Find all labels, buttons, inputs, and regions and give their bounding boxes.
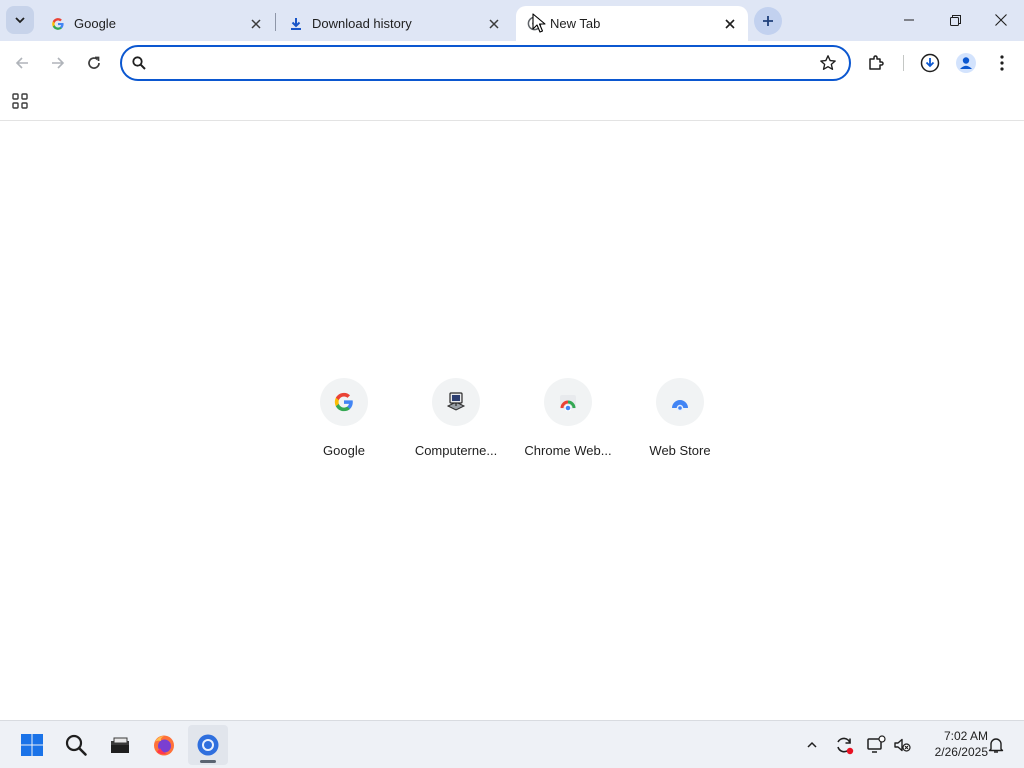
chrome-taskbar-button[interactable] [188, 725, 228, 765]
browser-toolbar [0, 41, 1024, 85]
toolbar-divider [903, 55, 904, 71]
shortcut-tile-google[interactable]: Google [288, 376, 400, 464]
sync-icon [837, 737, 854, 755]
shortcut-label: Chrome Web... [524, 443, 612, 458]
new-tab-button[interactable] [754, 7, 782, 35]
windows-logo-icon [21, 734, 43, 756]
search-icon [65, 734, 87, 756]
shortcut-icon-circle [320, 378, 368, 426]
kebab-menu-icon [1000, 55, 1004, 71]
address-input[interactable] [156, 51, 806, 75]
address-bar[interactable] [120, 45, 851, 81]
minimize-button[interactable] [886, 0, 932, 40]
shortcut-label: Computerne... [414, 443, 498, 458]
volume-muted-icon [894, 738, 911, 752]
chevron-up-icon [807, 741, 817, 748]
avatar-icon [956, 53, 976, 73]
search-icon [132, 56, 146, 70]
shortcut-label: Google [323, 443, 365, 458]
chrome-icon [197, 734, 219, 756]
menu-button[interactable] [986, 47, 1018, 79]
google-g-icon [50, 16, 66, 32]
download-circle-icon [920, 53, 940, 73]
tab-google[interactable]: Google [40, 6, 274, 41]
forward-button[interactable] [42, 47, 74, 79]
show-hidden-icons-button[interactable] [800, 733, 824, 757]
taskbar-clock[interactable]: 7:02 AM 2/26/2025 [918, 728, 988, 760]
reload-icon [88, 56, 100, 69]
apps-button[interactable] [8, 89, 32, 113]
bookmarks-bar [0, 85, 1024, 121]
clock-time: 7:02 AM [943, 729, 988, 743]
volume-tray-button[interactable] [890, 733, 914, 757]
restore-icon [949, 14, 961, 26]
tab-search-button[interactable] [6, 6, 34, 34]
close-icon[interactable] [720, 14, 740, 34]
tab-title: New Tab [550, 16, 601, 31]
download-icon [288, 16, 304, 32]
new-tab-page: Google Computerne... Chrome Web... Web S… [0, 122, 1024, 720]
network-icon [867, 735, 886, 753]
notifications-button[interactable] [984, 733, 1008, 757]
firefox-icon [154, 735, 174, 756]
close-icon [995, 14, 1007, 26]
tab-title: Google [74, 16, 116, 31]
reload-button[interactable] [78, 47, 110, 79]
windows-taskbar: 7:02 AM 2/26/2025 [0, 720, 1024, 768]
shortcut-icon-circle [544, 378, 592, 426]
extensions-button[interactable] [860, 47, 892, 79]
google-g-icon [334, 392, 353, 412]
shortcut-icon-circle [432, 378, 480, 426]
sync-tray-button[interactable] [832, 733, 856, 757]
arrow-left-icon [15, 57, 28, 69]
taskbar-search-button[interactable] [56, 725, 96, 765]
tab-separator [275, 13, 276, 31]
mouse-cursor-icon [532, 13, 546, 33]
arrow-right-icon [52, 57, 65, 69]
plus-icon [763, 16, 773, 26]
chrome-web-store-icon [560, 395, 576, 412]
firefox-button[interactable] [144, 725, 184, 765]
shortcut-icon-circle [656, 378, 704, 426]
close-icon[interactable] [484, 14, 504, 34]
close-window-button[interactable] [978, 0, 1024, 40]
shortcut-tile-web-store[interactable]: Web Store [624, 376, 736, 464]
network-tray-button[interactable] [864, 733, 888, 757]
puzzle-icon [869, 55, 884, 70]
apps-grid-icon [12, 93, 28, 109]
computer-icon [446, 392, 466, 411]
downloads-button[interactable] [914, 47, 946, 79]
shortcut-label: Web Store [649, 443, 711, 458]
file-explorer-icon [111, 737, 129, 753]
shortcut-tile-chrome-web[interactable]: Chrome Web... [512, 376, 624, 464]
tab-strip: Google Download history New Tab [0, 0, 1024, 41]
tab-new-tab[interactable]: New Tab [516, 6, 748, 41]
file-explorer-button[interactable] [100, 725, 140, 765]
close-icon[interactable] [246, 14, 266, 34]
restore-button[interactable] [932, 0, 978, 40]
back-button[interactable] [6, 47, 38, 79]
tab-title: Download history [312, 16, 412, 31]
bell-icon [988, 738, 1004, 753]
web-store-icon [672, 400, 688, 412]
chevron-down-icon [15, 17, 25, 24]
shortcut-tile-computerne[interactable]: Computerne... [400, 376, 512, 464]
profile-button[interactable] [950, 47, 982, 79]
bookmark-star-icon[interactable] [819, 54, 837, 72]
tab-download-history[interactable]: Download history [278, 6, 512, 41]
start-button[interactable] [12, 725, 52, 765]
clock-date: 2/26/2025 [934, 745, 988, 759]
minimize-icon [904, 19, 914, 21]
